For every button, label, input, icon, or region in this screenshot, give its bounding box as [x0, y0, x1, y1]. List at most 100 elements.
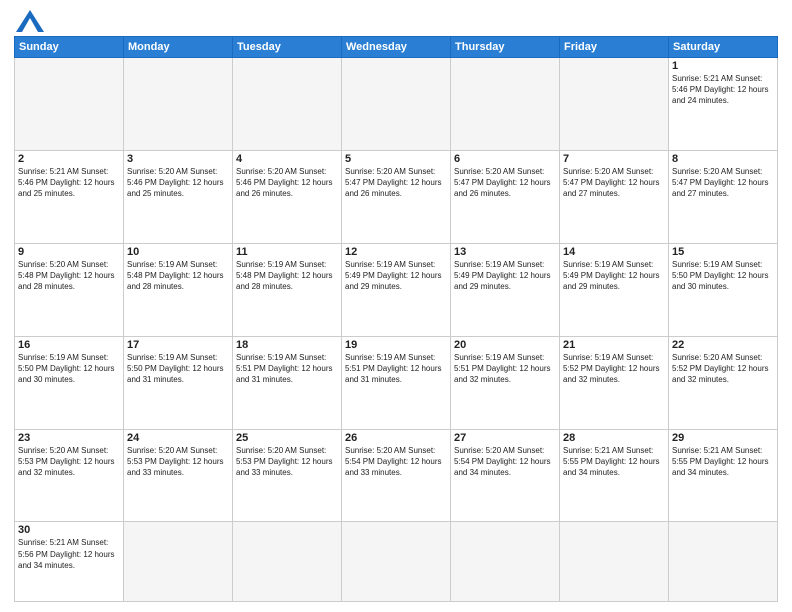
day-cell: 9Sunrise: 5:20 AM Sunset: 5:48 PM Daylig… [15, 243, 124, 336]
day-info: Sunrise: 5:20 AM Sunset: 5:52 PM Dayligh… [672, 352, 774, 386]
day-cell: 16Sunrise: 5:19 AM Sunset: 5:50 PM Dayli… [15, 336, 124, 429]
day-cell: 13Sunrise: 5:19 AM Sunset: 5:49 PM Dayli… [451, 243, 560, 336]
week-row-3: 16Sunrise: 5:19 AM Sunset: 5:50 PM Dayli… [15, 336, 778, 429]
day-cell: 27Sunrise: 5:20 AM Sunset: 5:54 PM Dayli… [451, 429, 560, 522]
day-info: Sunrise: 5:19 AM Sunset: 5:51 PM Dayligh… [454, 352, 556, 386]
day-cell: 29Sunrise: 5:21 AM Sunset: 5:55 PM Dayli… [669, 429, 778, 522]
day-number: 16 [18, 339, 120, 351]
weekday-header-wednesday: Wednesday [342, 37, 451, 58]
day-number: 8 [672, 153, 774, 165]
weekday-header-monday: Monday [124, 37, 233, 58]
day-cell: 12Sunrise: 5:19 AM Sunset: 5:49 PM Dayli… [342, 243, 451, 336]
day-info: Sunrise: 5:19 AM Sunset: 5:50 PM Dayligh… [18, 352, 120, 386]
calendar: SundayMondayTuesdayWednesdayThursdayFrid… [14, 36, 778, 602]
day-number: 26 [345, 432, 447, 444]
day-number: 27 [454, 432, 556, 444]
weekday-header-tuesday: Tuesday [233, 37, 342, 58]
logo-text [14, 10, 44, 32]
day-cell [124, 522, 233, 602]
day-number: 22 [672, 339, 774, 351]
day-number: 1 [672, 60, 774, 72]
day-number: 28 [563, 432, 665, 444]
header [14, 10, 778, 30]
day-cell [451, 58, 560, 151]
day-cell: 15Sunrise: 5:19 AM Sunset: 5:50 PM Dayli… [669, 243, 778, 336]
day-number: 30 [18, 524, 120, 536]
day-cell: 8Sunrise: 5:20 AM Sunset: 5:47 PM Daylig… [669, 150, 778, 243]
day-cell: 20Sunrise: 5:19 AM Sunset: 5:51 PM Dayli… [451, 336, 560, 429]
day-number: 29 [672, 432, 774, 444]
day-cell: 7Sunrise: 5:20 AM Sunset: 5:47 PM Daylig… [560, 150, 669, 243]
day-cell [342, 522, 451, 602]
day-info: Sunrise: 5:20 AM Sunset: 5:46 PM Dayligh… [127, 166, 229, 200]
week-row-0: 1Sunrise: 5:21 AM Sunset: 5:46 PM Daylig… [15, 58, 778, 151]
day-cell [560, 522, 669, 602]
day-info: Sunrise: 5:19 AM Sunset: 5:48 PM Dayligh… [236, 259, 338, 293]
day-cell: 6Sunrise: 5:20 AM Sunset: 5:47 PM Daylig… [451, 150, 560, 243]
day-number: 21 [563, 339, 665, 351]
day-number: 12 [345, 246, 447, 258]
day-cell [233, 58, 342, 151]
day-number: 6 [454, 153, 556, 165]
day-cell: 21Sunrise: 5:19 AM Sunset: 5:52 PM Dayli… [560, 336, 669, 429]
weekday-header-sunday: Sunday [15, 37, 124, 58]
day-number: 13 [454, 246, 556, 258]
day-cell: 11Sunrise: 5:19 AM Sunset: 5:48 PM Dayli… [233, 243, 342, 336]
day-info: Sunrise: 5:19 AM Sunset: 5:51 PM Dayligh… [345, 352, 447, 386]
day-cell: 1Sunrise: 5:21 AM Sunset: 5:46 PM Daylig… [669, 58, 778, 151]
week-row-1: 2Sunrise: 5:21 AM Sunset: 5:46 PM Daylig… [15, 150, 778, 243]
week-row-2: 9Sunrise: 5:20 AM Sunset: 5:48 PM Daylig… [15, 243, 778, 336]
day-info: Sunrise: 5:20 AM Sunset: 5:54 PM Dayligh… [345, 445, 447, 479]
day-number: 3 [127, 153, 229, 165]
day-info: Sunrise: 5:20 AM Sunset: 5:47 PM Dayligh… [454, 166, 556, 200]
weekday-header-saturday: Saturday [669, 37, 778, 58]
day-number: 19 [345, 339, 447, 351]
day-info: Sunrise: 5:19 AM Sunset: 5:49 PM Dayligh… [454, 259, 556, 293]
day-number: 20 [454, 339, 556, 351]
day-number: 18 [236, 339, 338, 351]
logo-icon [16, 10, 44, 32]
weekday-header-row: SundayMondayTuesdayWednesdayThursdayFrid… [15, 37, 778, 58]
day-cell: 28Sunrise: 5:21 AM Sunset: 5:55 PM Dayli… [560, 429, 669, 522]
day-cell: 2Sunrise: 5:21 AM Sunset: 5:46 PM Daylig… [15, 150, 124, 243]
day-cell: 3Sunrise: 5:20 AM Sunset: 5:46 PM Daylig… [124, 150, 233, 243]
week-row-5: 30Sunrise: 5:21 AM Sunset: 5:56 PM Dayli… [15, 522, 778, 602]
day-cell: 14Sunrise: 5:19 AM Sunset: 5:49 PM Dayli… [560, 243, 669, 336]
day-info: Sunrise: 5:21 AM Sunset: 5:55 PM Dayligh… [672, 445, 774, 479]
day-info: Sunrise: 5:19 AM Sunset: 5:50 PM Dayligh… [672, 259, 774, 293]
day-number: 15 [672, 246, 774, 258]
day-number: 10 [127, 246, 229, 258]
day-info: Sunrise: 5:21 AM Sunset: 5:56 PM Dayligh… [18, 537, 120, 571]
day-cell: 25Sunrise: 5:20 AM Sunset: 5:53 PM Dayli… [233, 429, 342, 522]
day-cell: 24Sunrise: 5:20 AM Sunset: 5:53 PM Dayli… [124, 429, 233, 522]
day-cell: 5Sunrise: 5:20 AM Sunset: 5:47 PM Daylig… [342, 150, 451, 243]
week-row-4: 23Sunrise: 5:20 AM Sunset: 5:53 PM Dayli… [15, 429, 778, 522]
day-cell: 4Sunrise: 5:20 AM Sunset: 5:46 PM Daylig… [233, 150, 342, 243]
page: SundayMondayTuesdayWednesdayThursdayFrid… [0, 0, 792, 612]
day-info: Sunrise: 5:20 AM Sunset: 5:47 PM Dayligh… [345, 166, 447, 200]
day-cell: 23Sunrise: 5:20 AM Sunset: 5:53 PM Dayli… [15, 429, 124, 522]
day-cell: 30Sunrise: 5:21 AM Sunset: 5:56 PM Dayli… [15, 522, 124, 602]
day-number: 11 [236, 246, 338, 258]
day-cell [560, 58, 669, 151]
day-cell [342, 58, 451, 151]
day-info: Sunrise: 5:19 AM Sunset: 5:49 PM Dayligh… [345, 259, 447, 293]
day-number: 9 [18, 246, 120, 258]
day-cell [233, 522, 342, 602]
day-cell: 22Sunrise: 5:20 AM Sunset: 5:52 PM Dayli… [669, 336, 778, 429]
day-number: 17 [127, 339, 229, 351]
day-info: Sunrise: 5:20 AM Sunset: 5:53 PM Dayligh… [236, 445, 338, 479]
day-info: Sunrise: 5:20 AM Sunset: 5:47 PM Dayligh… [563, 166, 665, 200]
weekday-header-friday: Friday [560, 37, 669, 58]
day-cell: 19Sunrise: 5:19 AM Sunset: 5:51 PM Dayli… [342, 336, 451, 429]
day-info: Sunrise: 5:21 AM Sunset: 5:46 PM Dayligh… [18, 166, 120, 200]
day-cell [124, 58, 233, 151]
day-cell [15, 58, 124, 151]
day-cell [451, 522, 560, 602]
day-number: 14 [563, 246, 665, 258]
day-cell: 17Sunrise: 5:19 AM Sunset: 5:50 PM Dayli… [124, 336, 233, 429]
day-number: 2 [18, 153, 120, 165]
day-info: Sunrise: 5:19 AM Sunset: 5:51 PM Dayligh… [236, 352, 338, 386]
day-number: 7 [563, 153, 665, 165]
day-info: Sunrise: 5:20 AM Sunset: 5:53 PM Dayligh… [18, 445, 120, 479]
